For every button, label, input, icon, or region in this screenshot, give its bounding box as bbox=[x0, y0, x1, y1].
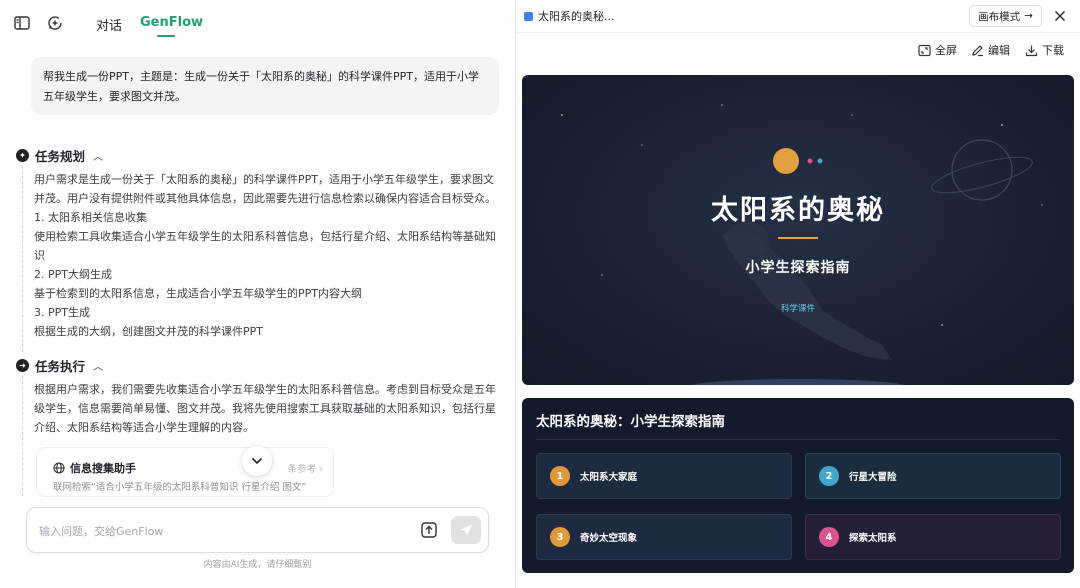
download-icon bbox=[1025, 45, 1038, 56]
tool-card[interactable]: 信息搜集助手 联网检索“适合小学五年级的太阳系科普知识 行星介绍 图文” 条参考… bbox=[36, 447, 334, 497]
active-tab-indicator bbox=[157, 35, 175, 37]
slide-contents-title: 太阳系的奥秘：小学生探索指南 bbox=[536, 414, 725, 430]
chapter-card: 2 行星大冒险 bbox=[805, 453, 1061, 499]
exec-icon: ➜ bbox=[16, 359, 29, 372]
sidebar-toggle-icon[interactable] bbox=[13, 14, 31, 32]
user-message-line: 帮我生成一份PPT，主题是：生成一份关于「太阳系的奥秘」的科学课件PPT，适用于… bbox=[43, 70, 479, 83]
user-message-line: 五年级学生，要求图文并茂。 bbox=[43, 90, 186, 103]
space-illustration bbox=[561, 104, 1043, 385]
plan-line: 使用检索工具收集适合小学五年级学生的太阳系科普信息，包括行星介绍、太阳系结构等基… bbox=[34, 230, 496, 243]
tab-genflow[interactable]: GenFlow bbox=[140, 15, 203, 30]
plan-line: 基于检索到的太阳系信息，生成适合小学五年级学生的PPT内容大纲 bbox=[34, 287, 362, 300]
chat-pane: 对话 GenFlow 帮我生成一份PPT，主题是：生成一份关于「太阳系的奥秘」的… bbox=[0, 0, 515, 588]
globe-icon bbox=[53, 462, 65, 474]
chat-topbar: 对话 GenFlow bbox=[0, 0, 515, 48]
task-exec-header[interactable]: ➜ 任务执行 ︿ bbox=[16, 356, 103, 375]
arrow-right-icon: → bbox=[1024, 10, 1033, 22]
close-icon bbox=[1054, 10, 1066, 22]
chapter-card: 4 探索太阳系 bbox=[805, 514, 1061, 560]
exec-line: 级学生，信息需要简单易懂、图文并茂。我将先使用搜索工具获取基础的太阳系知识，包括… bbox=[34, 402, 496, 415]
edit-icon bbox=[972, 44, 983, 56]
plan-icon: ✦ bbox=[16, 149, 29, 162]
chapter-label: 太阳系大家庭 bbox=[580, 472, 638, 483]
chapter-label: 探索太阳系 bbox=[849, 533, 897, 544]
tab-chat[interactable]: 对话 bbox=[96, 15, 122, 34]
document-icon bbox=[524, 11, 533, 21]
plan-line: 用户需求是生成一份关于「太阳系的奥秘」的科学课件PPT，适用于小学五年级学生，要… bbox=[34, 173, 494, 186]
fullscreen-icon bbox=[918, 44, 931, 56]
chapter-number: 4 bbox=[819, 527, 839, 547]
document-tab-title: 太阳系的奥秘... bbox=[538, 10, 615, 23]
send-button[interactable] bbox=[451, 516, 481, 544]
chevron-up-icon: ︿ bbox=[93, 152, 104, 163]
chevron-down-icon bbox=[251, 457, 263, 465]
task-exec-title: 任务执行 bbox=[35, 359, 86, 374]
chat-input-box bbox=[26, 507, 489, 553]
chapter-card: 3 奇妙太空现象 bbox=[536, 514, 792, 560]
fullscreen-label: 全屏 bbox=[935, 44, 957, 57]
chapter-card: 1 太阳系大家庭 bbox=[536, 453, 792, 499]
chat-input[interactable] bbox=[39, 520, 399, 542]
chapter-label: 行星大冒险 bbox=[849, 472, 897, 483]
tool-card-references[interactable]: 条参考 › bbox=[288, 461, 323, 475]
plan-line: 3. PPT生成 bbox=[34, 306, 90, 319]
close-button[interactable] bbox=[1050, 6, 1070, 26]
tool-card-header: 信息搜集助手 bbox=[53, 460, 136, 476]
edit-button[interactable]: 编辑 bbox=[971, 42, 1010, 58]
upload-icon[interactable] bbox=[419, 520, 439, 540]
document-tab[interactable]: 太阳系的奥秘... bbox=[524, 8, 615, 24]
slide-cover-rule bbox=[778, 237, 818, 239]
new-chat-icon[interactable] bbox=[46, 14, 64, 32]
preview-pane: 太阳系的奥秘... 画布模式 → 全屏 编辑 下载 太阳系的奥秘 小学生探索指南… bbox=[516, 0, 1080, 588]
exec-line: 根据用户需求，我们需要先收集适合小学五年级学生的太阳系科普信息。考虑到目标受众是… bbox=[34, 383, 496, 396]
task-plan-header[interactable]: ✦ 任务规划 ︿ bbox=[16, 146, 103, 165]
task-plan-title: 任务规划 bbox=[35, 149, 86, 164]
task-exec-body: 根据用户需求，我们需要先收集适合小学五年级学生的太阳系科普信息。考虑到目标受众是… bbox=[34, 380, 498, 437]
timeline-line bbox=[22, 166, 23, 352]
app-window: 对话 GenFlow 帮我生成一份PPT，主题是：生成一份关于「太阳系的奥秘」的… bbox=[0, 0, 1080, 588]
timeline-line bbox=[22, 376, 23, 496]
tab-divider bbox=[516, 32, 1080, 33]
plan-line: 识 bbox=[34, 249, 45, 262]
chapter-number: 2 bbox=[819, 466, 839, 486]
plan-line: 并茂。用户没有提供附件或其他具体信息，因此需要先进行信息检索以确保内容适合目标受… bbox=[34, 192, 496, 205]
slide-cover[interactable]: 太阳系的奥秘 小学生探索指南 科学课件 bbox=[522, 75, 1074, 385]
slide-cover-title: 太阳系的奥秘 bbox=[711, 195, 885, 226]
slide-contents[interactable]: 太阳系的奥秘：小学生探索指南 1 太阳系大家庭 2 行星大冒险 3 奇妙太空现象… bbox=[522, 398, 1074, 573]
canvas-mode-label: 画布模式 bbox=[978, 10, 1021, 23]
exec-line: 介绍、太阳系结构等适合小学生理解的内容。 bbox=[34, 421, 254, 434]
fullscreen-button[interactable]: 全屏 bbox=[918, 42, 957, 58]
slide-cover-tag: 科学课件 bbox=[780, 304, 815, 314]
plan-line: 1. 太阳系相关信息收集 bbox=[34, 211, 147, 224]
edit-label: 编辑 bbox=[988, 44, 1010, 57]
user-message: 帮我生成一份PPT，主题是：生成一份关于「太阳系的奥秘」的科学课件PPT，适用于… bbox=[31, 57, 499, 115]
slide-cover-subtitle: 小学生探索指南 bbox=[745, 260, 851, 276]
tool-card-title: 信息搜集助手 bbox=[70, 462, 136, 475]
task-plan-body: 用户需求是生成一份关于「太阳系的奥秘」的科学课件PPT，适用于小学五年级学生，要… bbox=[34, 170, 498, 341]
chapter-number: 1 bbox=[550, 466, 570, 486]
chapter-label: 奇妙太空现象 bbox=[580, 533, 638, 544]
download-label: 下载 bbox=[1042, 44, 1064, 57]
chapter-number: 3 bbox=[550, 527, 570, 547]
canvas-mode-button[interactable]: 画布模式 → bbox=[969, 5, 1042, 27]
download-button[interactable]: 下载 bbox=[1025, 42, 1064, 58]
chevron-up-icon: ︿ bbox=[93, 362, 104, 373]
send-icon bbox=[460, 524, 472, 536]
scroll-to-bottom-button[interactable] bbox=[242, 446, 272, 476]
tool-card-desc: 联网检索“适合小学五年级的太阳系科普知识 行星介绍 图文” bbox=[53, 482, 307, 493]
slide-contents-rule bbox=[536, 439, 1060, 440]
ai-disclaimer: 内容由AI生成，请仔细甄别 bbox=[203, 560, 312, 570]
plan-line: 根据生成的大纲，创建图文并茂的科学课件PPT bbox=[34, 325, 263, 338]
plan-line: 2. PPT大纲生成 bbox=[34, 268, 112, 281]
